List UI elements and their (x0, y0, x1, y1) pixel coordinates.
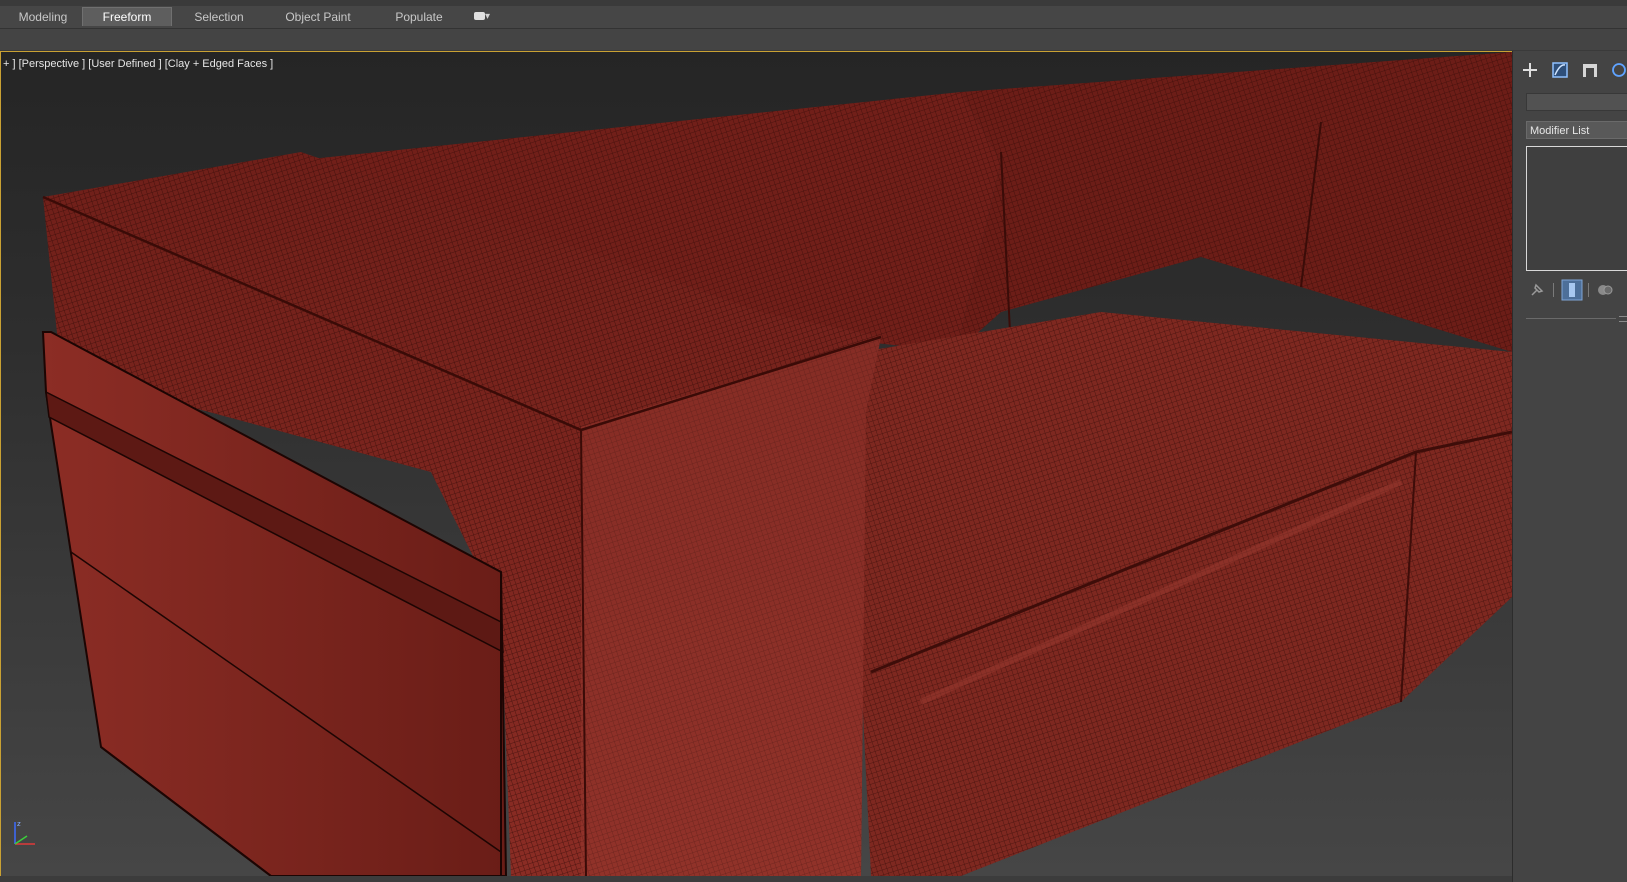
perspective-viewport[interactable]: + ] [Perspective ] [User Defined ] [Clay… (0, 51, 1513, 877)
axis-tripod-icon: z (14, 820, 35, 845)
tab-object-paint[interactable]: Object Paint (276, 8, 360, 26)
tab-modeling[interactable]: Modeling (8, 8, 78, 26)
motion-icon[interactable] (1608, 60, 1627, 80)
pin-stack-icon[interactable] (1528, 281, 1546, 299)
create-plus-icon[interactable] (1519, 60, 1541, 80)
modifier-list-dropdown[interactable]: Modifier List (1526, 121, 1627, 139)
show-end-result-icon[interactable] (1561, 279, 1583, 301)
ribbon-minimize-toggle-icon[interactable]: ▾ (474, 10, 500, 24)
viewport-label[interactable]: + ] [Perspective ] [User Defined ] [Clay… (3, 58, 273, 70)
svg-text:z: z (17, 820, 21, 828)
modifier-stack[interactable] (1526, 146, 1627, 271)
toolbar-divider (1588, 283, 1589, 297)
modify-icon[interactable] (1549, 60, 1571, 80)
status-strip (0, 876, 1512, 882)
command-panel: Modifier List (1512, 51, 1627, 882)
toolbar-divider (1553, 283, 1554, 297)
ribbon-panel (0, 29, 1627, 51)
viewport-scene (1, 52, 1512, 876)
ribbon-tab-bar: Modeling Freeform Selection Object Paint… (0, 6, 1627, 29)
tab-populate[interactable]: Populate (384, 8, 454, 26)
tab-freeform[interactable]: Freeform (82, 7, 172, 26)
hierarchy-icon[interactable] (1579, 60, 1601, 80)
rollout-grip-icon[interactable] (1619, 316, 1627, 322)
modifier-stack-toolbar (1526, 279, 1627, 301)
make-unique-icon[interactable] (1596, 281, 1614, 299)
rollout-separator (1526, 318, 1616, 319)
object-name-field[interactable] (1526, 93, 1627, 111)
tab-selection[interactable]: Selection (184, 8, 254, 26)
